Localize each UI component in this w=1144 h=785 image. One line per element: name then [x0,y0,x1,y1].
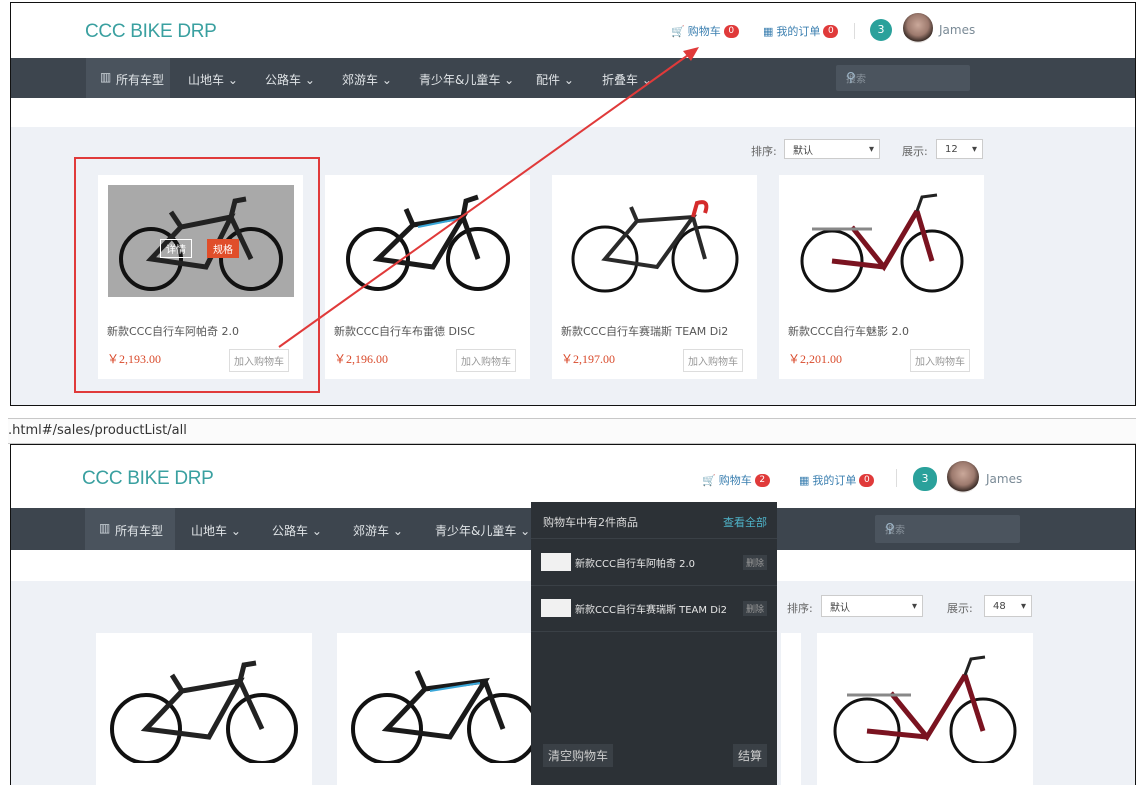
user-name[interactable]: James [986,472,1022,486]
orders-label: 我的订单 [812,474,857,487]
nav-all-models[interactable]: 所有车型 [115,522,163,539]
logo[interactable]: CCC BIKE DRP [82,468,214,490]
cart-count-badge: 2 [754,473,770,487]
clear-cart-button[interactable]: 清空购物车 [543,744,614,767]
search-icon[interactable]: ⚲ [885,522,1010,537]
avatar[interactable] [947,461,979,493]
sort-value: 默认 [830,602,850,614]
header-divider [896,469,897,487]
view-all-link[interactable]: 查看全部 [723,514,767,530]
bike-image [351,669,539,763]
cart-dropdown: 购物车中有2件商品 查看全部 新款CCC自行车阿帕奇 2.0 删除 新款CCC自… [531,502,777,785]
product-card[interactable] [96,633,312,785]
notification-badge[interactable]: 3 [913,467,937,491]
cart-item-delete[interactable]: 删除 [742,555,767,570]
cart-item-thumbnail [541,599,571,617]
orders-count-badge: 0 [859,473,875,487]
cart-item[interactable]: 新款CCC自行车阿帕奇 2.0 删除 [531,538,777,586]
product-card[interactable] [337,633,539,785]
bottom-screen: CCC BIKE DRP 🛒 购物车 2 ▦ 我的订单 0 3 James ▥ … [10,444,1136,785]
cart-label: 购物车 [718,474,752,487]
nav-touring[interactable]: 郊游车 ⌄ [353,522,403,539]
orders-link[interactable]: ▦ 我的订单 0 [799,472,875,488]
cart-item-name[interactable]: 新款CCC自行车赛瑞斯 TEAM Di2 [575,601,727,616]
chevron-down-icon: ▾ [1020,600,1026,612]
top-screen: CCC BIKE DRP 🛒 购物车 0 ▦ 我的订单 0 3 James ▥ … [10,2,1136,406]
product-card[interactable] [817,633,1033,785]
cart-link[interactable]: 🛒 购物车 2 [702,472,770,488]
sort-label: 排序: [787,602,813,615]
bike-image [110,660,298,763]
cart-item-name[interactable]: 新款CCC自行车阿帕奇 2.0 [575,555,695,570]
chart-icon: ▥ [99,521,111,535]
nav-mountain[interactable]: 山地车 ⌄ [191,522,241,539]
cart-icon: 🛒 [702,473,716,487]
chevron-down-icon: ▾ [911,600,917,612]
address-bar[interactable]: .html#/sales/productList/all [8,418,1136,444]
bike-image [833,655,1017,763]
cart-item[interactable]: 新款CCC自行车赛瑞斯 TEAM Di2 删除 [531,585,777,632]
nav-road[interactable]: 公路车 ⌄ [272,522,322,539]
cart-item-delete[interactable]: 删除 [742,601,767,616]
product-card[interactable] [781,633,801,785]
checkout-button[interactable]: 结算 [732,744,767,767]
show-label: 展示: [947,602,973,615]
page-size-value: 48 [993,600,1006,612]
nav-youth[interactable]: 青少年&儿童车 ⌄ [435,522,530,539]
url-text[interactable]: .html#/sales/productList/all [8,423,187,438]
page-size-select[interactable]: 48 ▾ [984,595,1032,617]
orders-icon: ▦ [799,473,810,487]
cart-dropdown-title: 购物车中有2件商品 [543,516,638,529]
cart-item-thumbnail [541,553,571,571]
search-box[interactable]: 搜索 ⚲ [875,515,1020,543]
sort-select[interactable]: 默认 ▾ [821,595,923,617]
annotation-arrow [278,47,699,348]
